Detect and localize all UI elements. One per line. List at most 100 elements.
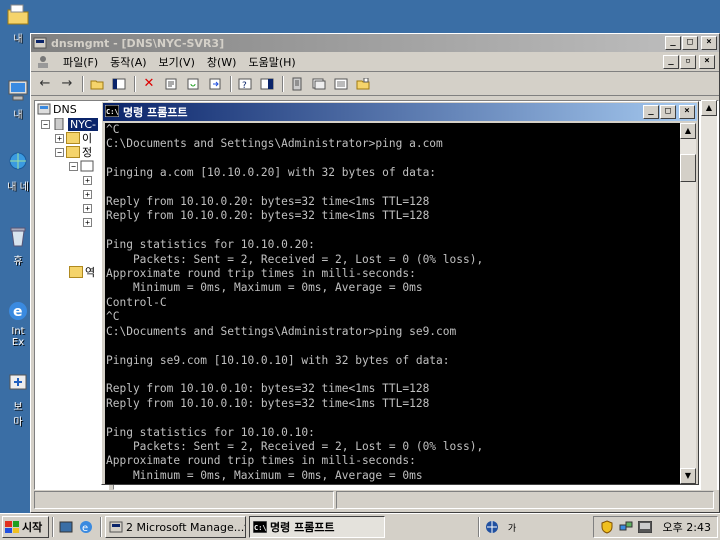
up-folder-icon[interactable] xyxy=(87,75,107,93)
console-line: Reply from 10.10.0.10: bytes=32 time<1ms… xyxy=(106,382,430,396)
mmc-title: dnsmgmt - [DNS\NYC-SVR3] xyxy=(51,36,225,50)
maximize-button[interactable]: □ xyxy=(682,36,698,50)
cmd-titlebar[interactable]: C:\ 명령 프롬프트 _ □ × xyxy=(103,103,697,121)
console-line: Reply from 10.10.0.20: bytes=32 time<1ms… xyxy=(106,195,430,209)
cmd-app-icon: C:\ xyxy=(105,105,119,119)
collapse-toggle[interactable]: − xyxy=(41,119,50,129)
system-tray: 오후 2:43 xyxy=(592,516,718,538)
back-arrow-icon[interactable]: ← xyxy=(35,75,55,93)
menu-help[interactable]: 도움말(H) xyxy=(242,54,301,70)
details-scrollbar[interactable]: ▲ xyxy=(701,100,717,490)
svg-text:C:\: C:\ xyxy=(106,108,119,116)
tree-item-child-3[interactable]: − xyxy=(69,159,96,173)
collapse-toggle[interactable]: − xyxy=(69,161,78,171)
taskbar-button-mmc[interactable]: 2 Microsoft Manage... ▼ xyxy=(105,516,246,538)
security-shield-icon[interactable] xyxy=(600,520,614,534)
zone-icon xyxy=(80,160,94,172)
action-pane-icon[interactable] xyxy=(257,75,277,93)
ime-mode-icon[interactable]: 가 xyxy=(503,518,521,536)
expand-toggle[interactable]: + xyxy=(83,217,92,227)
help-icon[interactable]: ? xyxy=(235,75,255,93)
minimize-button[interactable]: _ xyxy=(665,36,681,50)
svg-text:?: ? xyxy=(242,81,247,90)
folder-icon xyxy=(7,4,29,25)
toolbar-separator xyxy=(230,75,232,92)
shortcut-icon xyxy=(9,374,27,390)
tree-item-child-6[interactable]: + xyxy=(83,201,94,215)
clock[interactable]: 오후 2:43 xyxy=(663,519,711,535)
new-folder-icon[interactable] xyxy=(353,75,373,93)
expand-toggle[interactable]: + xyxy=(83,189,92,199)
scroll-thumb[interactable] xyxy=(680,154,696,182)
taskbar-divider xyxy=(100,517,102,537)
console-line: ^C xyxy=(106,310,120,324)
scroll-down-button[interactable]: ▼ xyxy=(680,468,696,484)
forward-arrow-icon[interactable]: → xyxy=(57,75,77,93)
child-close-button[interactable]: × xyxy=(699,54,715,69)
collapse-toggle[interactable]: − xyxy=(55,147,64,157)
tree-item-child-8[interactable]: 역 xyxy=(69,265,95,279)
console-line: Ping statistics for 10.10.0.10: xyxy=(106,425,315,439)
mmc-statusbar xyxy=(34,491,716,509)
console-line: C:\Documents and Settings\Administrator>… xyxy=(106,137,443,151)
cmd-maximize-button[interactable]: □ xyxy=(660,105,676,119)
mmc-doc-icon[interactable] xyxy=(35,54,51,70)
start-button[interactable]: 시작 xyxy=(2,516,49,538)
internet-explorer-icon: e xyxy=(9,302,27,320)
menu-file[interactable]: 파일(F) xyxy=(57,54,104,70)
child-minimize-button[interactable]: _ xyxy=(663,54,679,69)
show-tree-icon[interactable] xyxy=(109,75,129,93)
delete-icon[interactable]: ✕ xyxy=(139,75,159,93)
console-line: Minimum = 0ms, Maximum = 0ms, Average = … xyxy=(106,468,423,482)
tree-item-server[interactable]: − NYC- xyxy=(41,117,98,131)
tree-item-child-1[interactable]: + 이 xyxy=(55,131,92,145)
mmc-menubar: 파일(F) 동작(A) 보기(V) 창(W) 도움말(H) _ ▫ × xyxy=(31,52,719,72)
console-line: Packets: Sent = 2, Received = 2, Lost = … xyxy=(106,252,484,266)
tree-item-child-7[interactable]: + xyxy=(83,215,94,229)
tree-item-child-5[interactable]: + xyxy=(83,187,94,201)
export-icon[interactable] xyxy=(205,75,225,93)
menu-view[interactable]: 보기(V) xyxy=(153,54,201,70)
console-output[interactable]: ^C C:\Documents and Settings\Administrato… xyxy=(105,123,681,484)
console-tray-icon[interactable] xyxy=(637,520,652,534)
scroll-up-button[interactable]: ▲ xyxy=(680,123,696,139)
console-scrollbar[interactable]: ▲ ▼ xyxy=(680,123,696,484)
refresh-icon[interactable] xyxy=(183,75,203,93)
taskbar-button-cmd[interactable]: C:\ 명령 프롬프트 xyxy=(249,516,385,538)
zone-icon[interactable] xyxy=(309,75,329,93)
console-line: Pinging se9.com [10.10.0.10] with 32 byt… xyxy=(106,353,450,367)
close-button[interactable]: × xyxy=(701,36,717,50)
tree-item-child-4[interactable]: + xyxy=(83,173,94,187)
expand-toggle[interactable]: + xyxy=(83,203,92,213)
child-restore-button[interactable]: ▫ xyxy=(680,54,696,69)
menu-action[interactable]: 동작(A) xyxy=(104,54,152,70)
record-icon[interactable] xyxy=(331,75,351,93)
console-line: Reply from 10.10.0.10: bytes=32 time<1ms… xyxy=(106,396,430,410)
cmd-close-button[interactable]: × xyxy=(679,105,695,119)
internet-explorer-icon[interactable]: e xyxy=(77,518,95,536)
tree-label: 역 xyxy=(85,266,96,279)
mmc-titlebar[interactable]: dnsmgmt - [DNS\NYC-SVR3] _ □ × xyxy=(31,34,719,52)
console-line: Pinging a.com [10.10.0.20] with 32 bytes… xyxy=(106,166,437,180)
console-line: Minimum = 0ms, Maximum = 0ms, Average = … xyxy=(106,281,423,295)
mmc-app-icon xyxy=(33,36,47,50)
menu-window[interactable]: 창(W) xyxy=(201,54,243,70)
tree-item-dns[interactable]: DNS xyxy=(37,102,77,116)
properties-icon[interactable] xyxy=(161,75,181,93)
scroll-up-button[interactable]: ▲ xyxy=(701,100,717,116)
expand-toggle[interactable]: + xyxy=(55,133,64,143)
tree-item-child-2[interactable]: − 정 xyxy=(55,145,92,159)
show-desktop-icon[interactable] xyxy=(57,518,75,536)
network-icon xyxy=(9,152,27,170)
cmd-minimize-button[interactable]: _ xyxy=(643,105,659,119)
taskbar-button-label: 2 Microsoft Manage... xyxy=(126,520,245,534)
expand-toggle[interactable]: + xyxy=(83,175,92,185)
server-icon[interactable] xyxy=(287,75,307,93)
language-bar-icon[interactable] xyxy=(483,518,501,536)
taskbar-button-label: 명령 프롬프트 xyxy=(270,521,335,534)
network-connection-icon[interactable] xyxy=(619,520,633,534)
svg-text:e: e xyxy=(82,523,88,534)
console-line: Control-C xyxy=(106,295,167,309)
